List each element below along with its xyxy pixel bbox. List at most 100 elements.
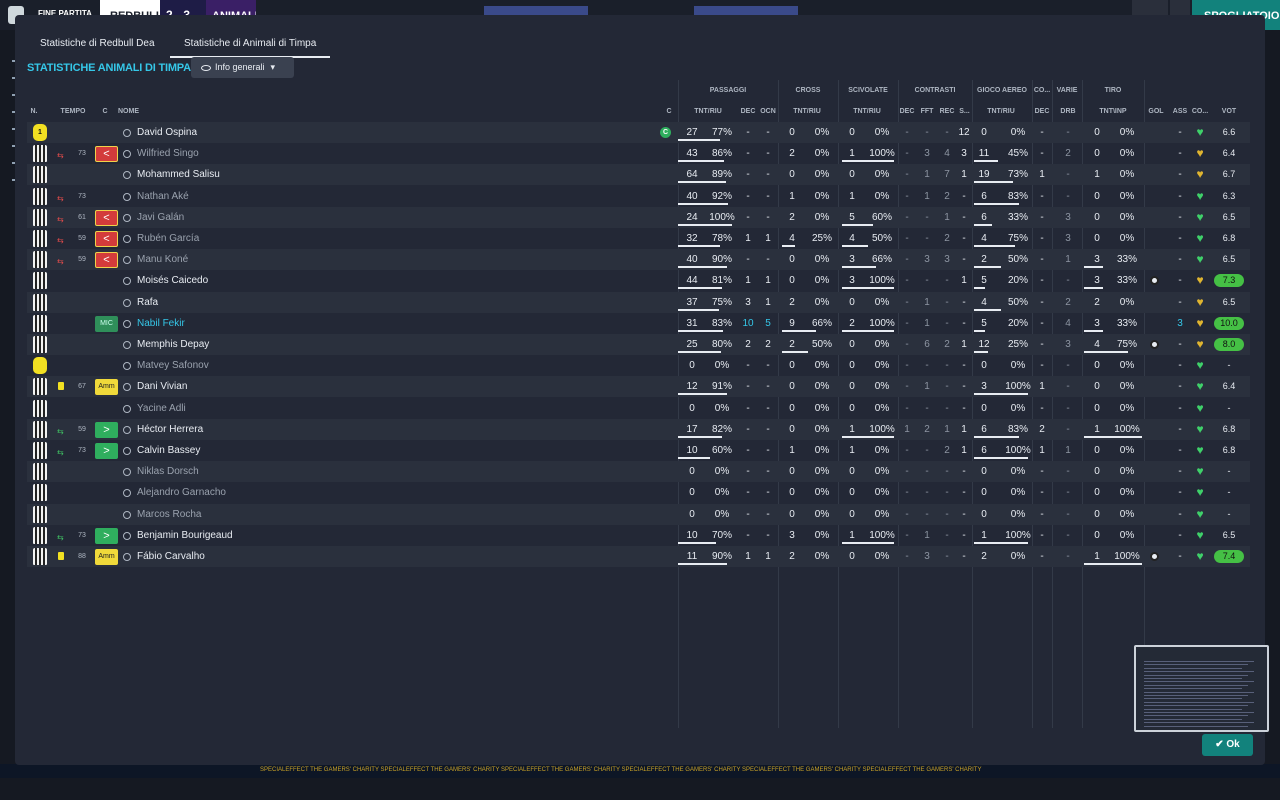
table-row[interactable]: ⇆ 59 > Héctor Herrera 17 82% - -0 0% 1 100% 1 2 1 1 6 83…: [27, 418, 1250, 440]
column-header-tiro[interactable]: TNT\INP: [1084, 108, 1142, 115]
person-icon: [123, 489, 131, 498]
column-header-gol[interactable]: GOL: [1146, 108, 1166, 115]
table-row[interactable]: 1 David Ospina C 27 77% - -0 0% 0 0% - - -12 0 0% - -0 0%…: [27, 122, 1250, 143]
player-name[interactable]: Moisés Caicedo: [137, 270, 208, 291]
shots-on-target-pct: 0%: [1119, 529, 1135, 541]
table-row[interactable]: Memphis Depay 25 80% 2 2 2 50% 0 0% -6 2 1 12 25% -3 4 7…: [27, 334, 1250, 355]
table-row[interactable]: ⇆ 59 < Rubén García 32 78% 1 1 4 25% 4 50% - -2-4 75% -…: [27, 228, 1250, 249]
sub-out-badge[interactable]: <: [95, 252, 118, 269]
table-row[interactable]: 88 Amm Fábio Carvalho 11 90% 1 1 2 0% 0 0% -3- -2 0% -…: [27, 546, 1250, 567]
column-header-c[interactable]: C: [98, 108, 112, 115]
headers-attempted: 0: [981, 402, 987, 414]
player-name[interactable]: Matvey Safonov: [137, 355, 209, 376]
table-row[interactable]: Moisés Caicedo 44 81% 1 1 0 0% 3 100% - - -1 5 20% - -3…: [27, 270, 1250, 291]
column-header-vot[interactable]: VOT: [1216, 108, 1242, 115]
table-row[interactable]: ⇆ 59 < Manu Koné 40 90% - -0 0% 3 66% -3 3-2 50% -1 3 33…: [27, 249, 1250, 271]
player-name[interactable]: Memphis Depay: [137, 334, 209, 355]
column-header-sciv[interactable]: TNT/RIU: [840, 108, 894, 115]
column-header-fft[interactable]: FFT: [918, 108, 936, 115]
sub-out-badge[interactable]: <: [95, 209, 118, 226]
player-name[interactable]: David Ospina: [137, 122, 197, 143]
player-rating: 6.4: [1222, 148, 1236, 159]
column-header-dec[interactable]: DEC: [738, 108, 758, 115]
dribbles: 3: [1065, 211, 1071, 223]
sub-in-badge[interactable]: >: [95, 443, 118, 459]
group-header-varie: VARIE: [1056, 87, 1078, 94]
player-name[interactable]: Niklas Dorsch: [137, 461, 199, 482]
player-name[interactable]: Rafa: [137, 292, 158, 313]
column-header-n[interactable]: N.: [27, 108, 41, 115]
column-header-aereo[interactable]: TNT/RIU: [974, 108, 1028, 115]
tackles-pct: 0%: [874, 190, 890, 202]
player-name[interactable]: Wilfried Singo: [137, 143, 199, 164]
table-row[interactable]: Mohammed Salisu 64 89% - -0 0% 0 0% -1 7 1 19 73% 1-1…: [27, 164, 1250, 186]
player-name[interactable]: Alejandro Garnacho: [137, 482, 226, 503]
table-row[interactable]: ⇆ 73 > Calvin Bassey 10 60% - -1 0% 1 0% - -2 1 6 100% 1…: [27, 440, 1250, 461]
table-row[interactable]: ⇆ 73 > Benjamin Bourigeaud 10 70% - -3 0% 1 100% -1…: [27, 525, 1250, 546]
table-row[interactable]: MIC Nabil Fekir 31 83% 10 5 9 66% 2 100% -1- -5 20% -…: [27, 313, 1250, 334]
column-header-co_dec[interactable]: DEC: [1032, 108, 1052, 115]
shots: 0: [1094, 487, 1100, 499]
decisive-passes: -: [746, 169, 750, 181]
column-header-tempo[interactable]: TEMPO: [58, 108, 88, 115]
player-name[interactable]: Héctor Herrera: [137, 419, 203, 440]
sub-out-badge[interactable]: <: [95, 231, 118, 247]
column-header-cap[interactable]: C: [663, 108, 675, 115]
column-header-contr_dec[interactable]: DEC: [898, 108, 916, 115]
table-row[interactable]: Niklas Dorsch 0 0% - - 0 0% 0 0% - - - - 0 0% - - 0 0% - ♥ -: [27, 461, 1250, 483]
column-header-pass[interactable]: TNT/RIU: [680, 108, 736, 115]
position-badge[interactable]: MIC: [95, 315, 118, 332]
headers-pct: 0%: [1010, 508, 1026, 520]
column-header-cross[interactable]: TNT/RIU: [780, 108, 834, 115]
player-name[interactable]: Benjamin Bourigeaud: [137, 525, 233, 546]
fouls: 3: [924, 254, 930, 266]
assists: -: [1178, 551, 1182, 562]
crosses-pct: 0%: [814, 169, 830, 181]
shots-bar: [1084, 266, 1103, 269]
player-name[interactable]: Rubén García: [137, 228, 199, 249]
table-row[interactable]: Matvey Safonov 0 0% - - 0 0% 0 0% - - - - 0 0% - - 0 0% - ♥ -: [27, 355, 1250, 376]
player-name[interactable]: Calvin Bassey: [137, 440, 200, 461]
table-row[interactable]: 67 Amm Dani Vivian 12 91% - -0 0% 0 0% -1- -3 100% 1-…: [27, 376, 1250, 398]
player-name[interactable]: Marcos Rocha: [137, 504, 201, 525]
player-rating: -: [1227, 487, 1231, 498]
tab-redbull-stats[interactable]: Statistiche di Redbull Dea: [40, 34, 155, 58]
minimap-thumbnail[interactable]: [1134, 645, 1269, 732]
passes-bar: [678, 393, 727, 396]
sub-in-badge[interactable]: >: [95, 421, 118, 438]
column-header-ocn[interactable]: OCN: [758, 108, 778, 115]
table-row[interactable]: Yacine Adli 0 0% - - 0 0% 0 0% - - - - 0 0% - - 0 0% - ♥ -: [27, 398, 1250, 419]
booking-badge[interactable]: Amm: [95, 549, 118, 565]
table-row[interactable]: Alejandro Garnacho 0 0% - - 0 0% 0 0% - - - - 0 0% - - 0 0…: [27, 482, 1250, 503]
player-name[interactable]: Nathan Aké: [137, 186, 189, 207]
player-name[interactable]: Fábio Carvalho: [137, 546, 205, 567]
table-row[interactable]: ⇆ 61 < Javi Galán 24 100% - -2 0% 5 60% - -1-6 33% -3 0…: [27, 206, 1250, 228]
table-row[interactable]: ⇆ 73 < Wilfried Singo 43 86% - -2 0% 1 100% -3 4 3 11 4…: [27, 143, 1250, 164]
column-header-drb[interactable]: DRB: [1054, 108, 1082, 115]
headers-pct: 20%: [1007, 317, 1028, 329]
dribbles: -: [1066, 275, 1070, 287]
column-header-ass[interactable]: ASS: [1170, 108, 1190, 115]
table-row[interactable]: Rafa 37 75% 3 1 2 0% 0 0% -1- -4 50% -2 2 0% - ♥ 6.5: [27, 291, 1250, 313]
column-header-rec[interactable]: REC: [938, 108, 956, 115]
sub-in-badge[interactable]: >: [95, 527, 118, 544]
sub-out-badge[interactable]: <: [95, 146, 118, 163]
player-name[interactable]: Javi Galán: [137, 207, 184, 228]
minimap-row: [1144, 715, 1248, 717]
chances-created: -: [766, 381, 770, 393]
tab-animali-stats[interactable]: Statistiche di Animali di Timpa: [170, 34, 331, 58]
column-header-nome[interactable]: NOME: [118, 108, 158, 115]
view-dropdown[interactable]: Info generali ▾: [191, 57, 294, 78]
player-name[interactable]: Mohammed Salisu: [137, 164, 220, 185]
table-row[interactable]: ⇆ 73 Nathan Aké 40 92% - -1 0% 1 0% -1 2-6 83% - -0 0% -…: [27, 186, 1250, 207]
player-name[interactable]: Dani Vivian: [137, 376, 187, 397]
column-header-s[interactable]: S...: [957, 108, 972, 115]
booking-badge[interactable]: Amm: [95, 379, 118, 396]
table-row[interactable]: Marcos Rocha 0 0% - - 0 0% 0 0% - - - - 0 0% - - 0 0% - ♥ -: [27, 503, 1250, 525]
headers-bar: [974, 160, 998, 163]
ok-button[interactable]: ✔ Ok: [1202, 734, 1253, 756]
player-name[interactable]: Nabil Fekir: [137, 313, 185, 334]
column-header-cond[interactable]: CO...: [1190, 108, 1210, 115]
player-name[interactable]: Manu Koné: [137, 249, 188, 270]
player-name[interactable]: Yacine Adli: [137, 398, 186, 419]
